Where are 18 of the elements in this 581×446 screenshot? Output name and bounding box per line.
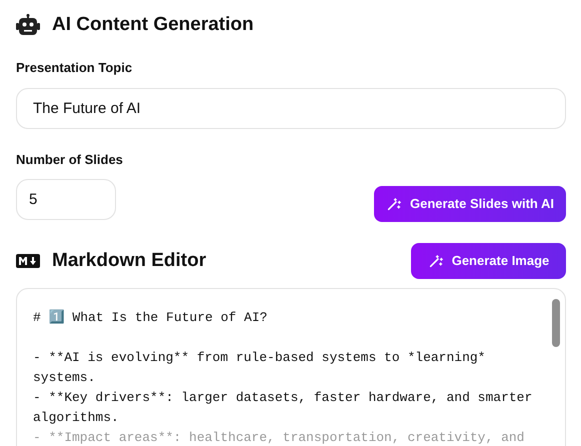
robot-icon (16, 14, 40, 36)
field-label: Number of Slides (16, 150, 124, 168)
magic-wand-icon (428, 253, 444, 269)
field-label: Presentation Topic (16, 59, 134, 77)
scrollbar[interactable] (552, 299, 560, 347)
topic-input[interactable]: The Future of AI (16, 88, 566, 128)
markdown-list-line: - **Impact areas**: healthcare, transportation, creativity, and (33, 429, 526, 446)
markdown-heading-line: # 1⃣ What Is the Future of AI? (33, 308, 268, 327)
magic-wand-icon (386, 196, 402, 212)
generate-slides-button[interactable]: Generate Slides with AI (374, 186, 566, 222)
markdown-icon (16, 254, 40, 268)
markdown-editor[interactable] (16, 288, 566, 446)
markdown-list-line: - **AI is evolving** from rule-based systems to *learning* systems. (33, 349, 486, 387)
markdown-list-line: - **Key drivers**: larger datasets, faster hardware, and smarter algorithms. (33, 389, 533, 427)
generate-image-button[interactable]: Generate Image (411, 243, 566, 279)
section-title: AI Content Generation (52, 12, 254, 37)
editor-title: Markdown Editor (52, 248, 206, 273)
slides-count-input[interactable]: 5 (16, 179, 116, 220)
